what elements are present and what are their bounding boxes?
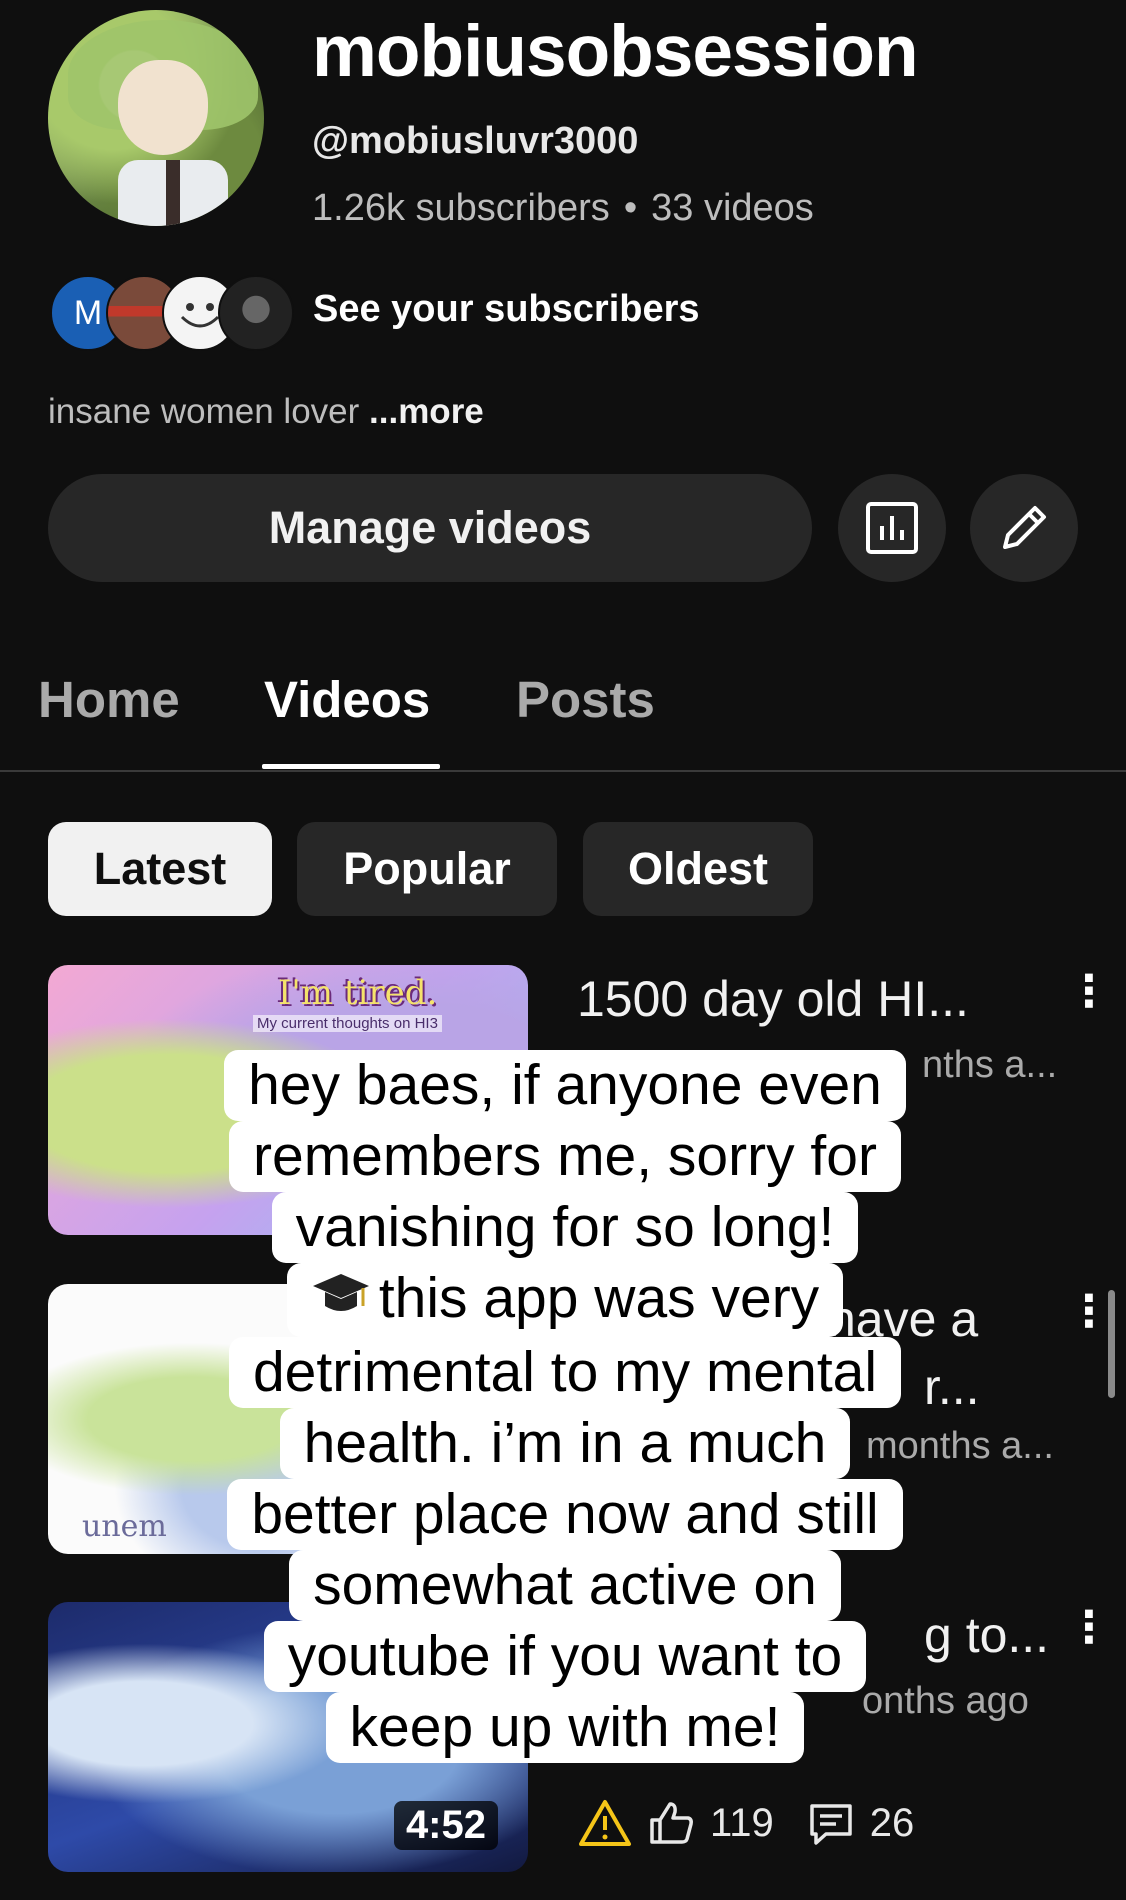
- comment-icon[interactable]: [806, 1798, 856, 1848]
- more-vert-icon[interactable]: ⋮: [1067, 1606, 1111, 1650]
- subscriber-count: 1.26k subscribers: [312, 187, 610, 229]
- comment-count: 26: [869, 1800, 915, 1845]
- stats-separator: •: [623, 187, 638, 229]
- manage-videos-button[interactable]: Manage videos: [48, 474, 812, 582]
- overlay-line: somewhat active on: [289, 1550, 841, 1622]
- subscriber-avatar: [218, 275, 294, 351]
- more-vert-icon[interactable]: ⋮: [1067, 1290, 1111, 1334]
- channel-description[interactable]: insane women lover ...more: [48, 392, 484, 432]
- tab-home[interactable]: Home: [38, 670, 180, 729]
- overlay-line: hey baes, if anyone even: [224, 1050, 906, 1121]
- overlay-line: this app was very: [378, 1266, 820, 1330]
- filter-chip-latest[interactable]: Latest: [48, 822, 272, 916]
- thumbnail-caption: I'm tired.: [278, 973, 438, 1013]
- more-link[interactable]: ...more: [369, 392, 484, 431]
- overlay-caption: hey baes, if anyone even remembers me, s…: [150, 1050, 980, 1764]
- analytics-button[interactable]: [838, 474, 946, 582]
- overlay-line: keep up with me!: [325, 1692, 805, 1764]
- video-duration: 4:52: [393, 1801, 498, 1850]
- channel-handle: @mobiusluvr3000: [312, 120, 639, 162]
- more-vert-icon[interactable]: ⋮: [1067, 970, 1111, 1014]
- warning-icon[interactable]: [578, 1798, 632, 1848]
- tab-videos[interactable]: Videos: [264, 670, 430, 729]
- channel-avatar[interactable]: [48, 10, 264, 226]
- tab-posts[interactable]: Posts: [516, 670, 655, 729]
- overlay-line: health. i’m in a much: [279, 1408, 851, 1480]
- graduation-cap-icon: [311, 1266, 371, 1337]
- pencil-icon: [1003, 506, 1046, 549]
- channel-stats: 1.26k subscribers • 33 videos: [312, 187, 814, 230]
- video-count: 33 videos: [651, 187, 814, 229]
- subscriber-avatars[interactable]: M: [50, 275, 294, 351]
- avatar-face: [118, 60, 208, 155]
- channel-name: mobiusobsession: [312, 11, 919, 92]
- overlay-line: vanishing for so long!: [271, 1192, 859, 1263]
- overlay-line: remembers me, sorry for: [229, 1121, 901, 1192]
- tabs-divider: [0, 770, 1126, 772]
- description-text: insane women lover: [48, 392, 360, 431]
- overlay-line: detrimental to my mental: [228, 1337, 902, 1409]
- analytics-icon: [866, 502, 918, 554]
- overlay-line: youtube if you want to: [263, 1621, 867, 1693]
- edit-channel-button[interactable]: [970, 474, 1078, 582]
- video-stats-bar: 119 26: [578, 1796, 932, 1850]
- like-count: 119: [710, 1800, 774, 1845]
- filter-chip-oldest[interactable]: Oldest: [583, 822, 813, 916]
- active-tab-indicator: [262, 764, 440, 769]
- thumbs-up-icon[interactable]: [646, 1798, 696, 1848]
- overlay-line: better place now and still: [227, 1479, 903, 1551]
- overlay-line-with-icon: this app was very: [286, 1263, 844, 1338]
- video-title[interactable]: 1500 day old HI...: [577, 970, 969, 1028]
- thumbnail-subcaption: My current thoughts on HI3: [253, 1015, 442, 1032]
- see-subscribers-link[interactable]: See your subscribers: [313, 288, 700, 331]
- filter-chip-popular[interactable]: Popular: [297, 822, 557, 916]
- scrollbar[interactable]: [1108, 1290, 1115, 1398]
- avatar-tie: [166, 160, 180, 226]
